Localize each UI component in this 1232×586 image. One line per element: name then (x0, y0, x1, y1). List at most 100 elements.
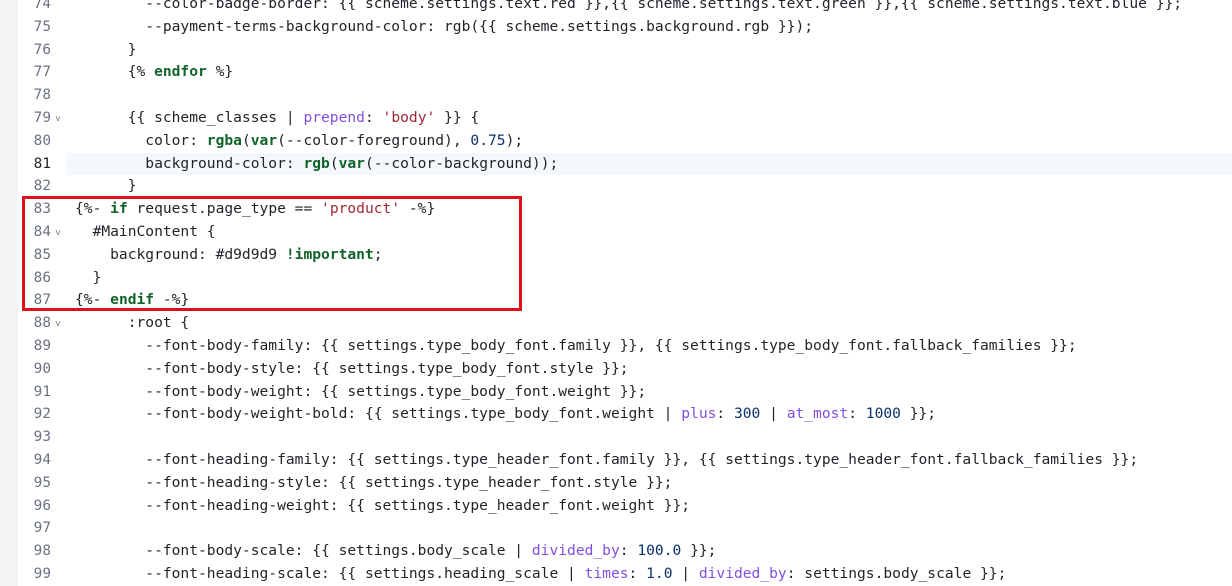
chevron-down-icon[interactable]: ˅ (55, 227, 61, 241)
code-line[interactable]: 85 background: #d9d9d9 !important; (0, 244, 1232, 267)
line-number: 94 (33, 452, 51, 468)
code-line[interactable]: 79 ˅ {{ scheme_classes | prepend: 'body' … (0, 107, 1232, 130)
code-token: --font-heading-style: {{ settings.type_h… (75, 473, 673, 491)
line-number: 99 (33, 566, 51, 582)
code-text: --font-body-weight-bold: {{ settings.typ… (67, 403, 1232, 426)
code-line[interactable]: 97 (0, 517, 1232, 540)
code-token: request.page_type == (127, 200, 322, 218)
code-line[interactable]: 87 {%- endif -%} (0, 289, 1232, 312)
line-number: 81 (33, 155, 51, 172)
code-line[interactable]: 81 background-color: rgb(var(--color-bac… (0, 152, 1232, 176)
code-text: --font-body-family: {{ settings.type_bod… (67, 335, 1232, 358)
line-number: 80 (33, 132, 51, 149)
code-text: --font-heading-weight: {{ settings.type_… (67, 495, 1232, 518)
code-token: -%} (400, 200, 436, 218)
code-token: ); (505, 131, 524, 149)
code-token: 100.0 (637, 542, 682, 560)
code-text: {%- if request.page_type == 'product' -%… (67, 198, 1232, 221)
code-token: 'body' (382, 109, 436, 126)
code-line[interactable]: 91 --font-body-weight: {{ settings.type_… (0, 381, 1232, 404)
code-token: : settings.body_scale }}; (786, 565, 1007, 582)
code-token: prepend (303, 109, 365, 126)
code-text: --font-body-style: {{ settings.type_body… (67, 358, 1232, 381)
code-line[interactable]: 83 {%- if request.page_type == 'product' … (0, 198, 1232, 221)
line-number: 78 (33, 87, 51, 104)
code-token: }}; (900, 405, 937, 423)
code-token: !important (285, 245, 374, 263)
code-token: ; (373, 245, 383, 263)
code-line[interactable]: 90 --font-body-style: {{ settings.type_b… (0, 358, 1232, 381)
code-line[interactable]: 88 ˅ :root { (0, 312, 1232, 335)
code-text: --payment-terms-background-color: rgb({{… (67, 16, 1232, 39)
code-token: --font-heading-scale: {{ settings.headin… (75, 565, 585, 582)
code-text: {{ scheme_classes | prepend: 'body' }} { (67, 107, 1232, 130)
code-token: } (75, 40, 137, 58)
code-token: | (672, 565, 699, 582)
code-token: --color-badge-border: {{ scheme.settings… (75, 0, 1183, 12)
code-token: : (848, 405, 866, 423)
line-number: 93 (33, 429, 51, 446)
code-text: color: rgba(var(--color-foreground), 0.7… (67, 130, 1232, 153)
code-token: (--color-foreground), (277, 131, 471, 149)
chevron-down-icon[interactable]: ˅ (55, 318, 61, 332)
line-number: 87 (33, 292, 51, 309)
code-token: 300 (733, 405, 761, 423)
code-token: -%} (154, 291, 190, 309)
line-number: 88 (33, 315, 51, 332)
code-token: --font-body-scale: {{ settings.body_scal… (75, 542, 532, 560)
code-line[interactable]: 96 --font-heading-weight: {{ settings.ty… (0, 495, 1232, 518)
code-token: at_most (786, 405, 849, 423)
line-number: 89 (33, 338, 51, 354)
code-line[interactable]: 99 --font-heading-scale: {{ settings.hea… (0, 563, 1232, 586)
line-number: 96 (33, 497, 51, 514)
code-token: ( (241, 131, 251, 149)
code-token: {% (75, 63, 155, 81)
line-number: 90 (33, 360, 51, 377)
code-line[interactable]: 95 --font-heading-style: {{ settings.typ… (0, 472, 1232, 495)
code-token: }} { (435, 109, 480, 126)
code-token: } (75, 268, 102, 286)
line-number: 91 (33, 383, 51, 400)
chevron-down-icon[interactable]: ˅ (55, 113, 61, 127)
code-token: divided_by (698, 565, 787, 582)
code-line[interactable]: 84 ˅ #MainContent { (0, 221, 1232, 244)
code-token: background-color: (75, 154, 304, 172)
code-line[interactable]: 80 color: rgba(var(--color-foreground), … (0, 130, 1232, 153)
code-line[interactable]: 77 {% endfor %} (0, 61, 1232, 84)
code-line[interactable]: 74 --color-badge-border: {{ scheme.setti… (0, 0, 1232, 16)
code-token: --font-body-weight: {{ settings.type_bod… (75, 382, 647, 400)
code-text: --font-heading-family: {{ settings.type_… (67, 449, 1232, 472)
code-line[interactable]: 98 --font-body-scale: {{ settings.body_s… (0, 540, 1232, 563)
line-number: 95 (33, 474, 51, 491)
code-token: --payment-terms-background-color: rgb({{… (75, 17, 814, 35)
code-line[interactable]: 82 } (0, 175, 1232, 198)
line-number: 82 (33, 178, 51, 195)
code-text: background-color: rgb(var(--color-backgr… (67, 152, 1232, 176)
line-number: 79 (33, 110, 51, 126)
code-token: --font-body-weight-bold: {{ settings.typ… (75, 405, 682, 423)
code-text: } (67, 39, 1232, 62)
code-token: var (250, 131, 278, 149)
code-line[interactable]: 93 (0, 426, 1232, 449)
code-token: #MainContent { (75, 223, 216, 240)
code-line[interactable]: 76 } (0, 39, 1232, 62)
code-line[interactable]: 78 (0, 84, 1232, 107)
code-line[interactable]: 89 --font-body-family: {{ settings.type_… (0, 335, 1232, 358)
line-number: 92 (33, 406, 51, 423)
code-token: color: (75, 131, 207, 149)
code-token: : (619, 542, 638, 560)
code-token: 0.75 (470, 131, 506, 149)
code-token: endif (110, 291, 155, 309)
code-token: {%- (75, 200, 111, 218)
code-token: %} (206, 63, 234, 81)
code-token: {%- (75, 291, 111, 309)
code-editor[interactable]: 74 --color-badge-border: {{ scheme.setti… (0, 0, 1232, 586)
code-line[interactable]: 94 --font-heading-family: {{ settings.ty… (0, 449, 1232, 472)
code-line[interactable]: 92 --font-body-weight-bold: {{ settings.… (0, 403, 1232, 426)
code-token: 1000 (865, 405, 901, 423)
code-line[interactable]: 75 --payment-terms-background-color: rgb… (0, 16, 1232, 39)
code-line[interactable]: 86 } (0, 267, 1232, 290)
code-token: {{ scheme_classes | (75, 109, 304, 126)
